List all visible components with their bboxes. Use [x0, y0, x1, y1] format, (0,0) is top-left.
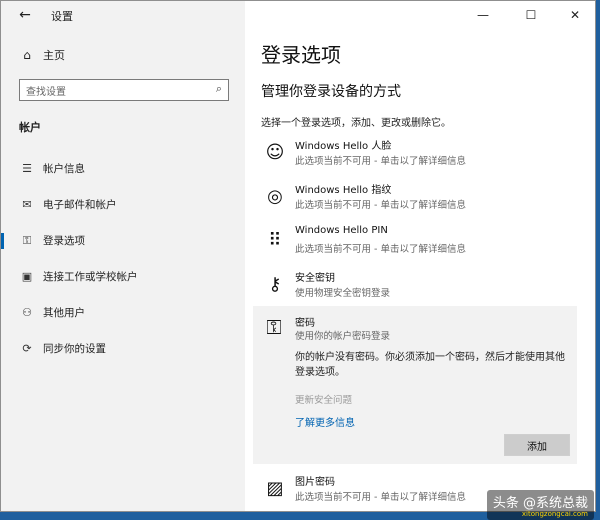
minimize-icon[interactable]: —	[465, 1, 501, 29]
settings-window: ← 设置 ⌂ 主页 ⌕ 帐户 ☰ 帐户信息 ✉ 电子邮件和帐户 ⚿ 登录选项 ▣	[0, 0, 596, 512]
search-icon[interactable]: ⌕	[216, 82, 222, 96]
option-description: 使用物理安全密钥登录	[295, 288, 391, 299]
option-description: 使用你的帐户密码登录	[295, 331, 391, 342]
option-security-key[interactable]: ⚷ 安全密钥 使用物理安全密钥登录	[253, 267, 577, 311]
sidebar-item-label: 连接工作或学校帐户	[43, 271, 138, 283]
maximize-icon[interactable]: ☐	[513, 1, 549, 29]
option-title: Windows Hello 指纹	[295, 185, 392, 196]
sidebar-home[interactable]: ⌂ 主页	[19, 47, 65, 63]
sidebar-item-account-info[interactable]: ☰ 帐户信息	[1, 151, 245, 187]
sidebar-item-label: 帐户信息	[43, 163, 85, 175]
option-title: 图片密码	[295, 477, 335, 488]
key-icon: ⚿	[266, 315, 282, 339]
smiley-face-icon: ☺	[265, 142, 285, 163]
learn-more-link[interactable]: 了解更多信息	[295, 414, 355, 429]
picture-icon: ▨	[266, 478, 284, 499]
back-arrow-icon[interactable]: ←	[15, 5, 35, 25]
search-box[interactable]: ⌕	[19, 79, 229, 103]
watermark-text: 头条 @系统总裁	[492, 496, 588, 511]
sidebar: ← 设置 ⌂ 主页 ⌕ 帐户 ☰ 帐户信息 ✉ 电子邮件和帐户 ⚿ 登录选项 ▣	[1, 1, 245, 511]
option-password-expanded[interactable]: ⚿ 密码 使用你的帐户密码登录 你的帐户没有密码。你必须添加一个密码，然后才能使…	[253, 306, 577, 464]
option-title: 安全密钥	[295, 273, 335, 284]
sidebar-item-label: 登录选项	[43, 235, 85, 247]
sidebar-item-sign-in-options[interactable]: ⚿ 登录选项	[1, 223, 245, 259]
mail-icon: ✉	[22, 198, 32, 211]
sidebar-item-work-school[interactable]: ▣ 连接工作或学校帐户	[1, 259, 245, 295]
option-description: 此选项当前不可用 - 单击以了解详细信息	[295, 200, 466, 211]
search-input[interactable]	[20, 82, 212, 103]
option-description: 此选项当前不可用 - 单击以了解详细信息	[295, 244, 466, 255]
sidebar-item-email-accounts[interactable]: ✉ 电子邮件和帐户	[1, 187, 245, 223]
section-title: 帐户	[19, 121, 41, 134]
home-label: 主页	[43, 49, 65, 62]
person-card-icon: ☰	[22, 162, 32, 175]
option-title: 密码	[295, 318, 315, 329]
home-icon: ⌂	[23, 48, 31, 62]
sidebar-item-label: 其他用户	[43, 307, 85, 319]
password-message: 你的帐户没有密码。你必须添加一个密码，然后才能使用其他登录选项。	[295, 352, 565, 378]
sidebar-item-sync-settings[interactable]: ⟳ 同步你的设置	[1, 331, 245, 367]
sidebar-item-label: 电子邮件和帐户	[43, 199, 117, 211]
instruction-text: 选择一个登录选项，添加、更改或删除它。	[261, 118, 451, 129]
close-icon[interactable]: ✕	[557, 1, 593, 29]
sidebar-item-other-users[interactable]: ⚇ 其他用户	[1, 295, 245, 331]
page-title: 登录选项	[261, 43, 341, 67]
briefcase-icon: ▣	[21, 270, 33, 283]
option-hello-face[interactable]: ☺ Windows Hello 人脸 此选项当前不可用 - 单击以了解详细信息	[253, 135, 577, 179]
page-subheading: 管理你登录设备的方式	[261, 84, 401, 100]
option-title: Windows Hello 人脸	[295, 141, 392, 152]
usb-key-icon: ⚷	[268, 274, 282, 295]
option-title: Windows Hello PIN	[295, 225, 388, 236]
option-hello-fingerprint[interactable]: ◎ Windows Hello 指纹 此选项当前不可用 - 单击以了解详细信息	[253, 179, 577, 223]
update-security-questions-link: 更新安全问题	[295, 395, 353, 406]
app-title: 设置	[51, 10, 73, 23]
watermark-sub: xitongzongcai.com	[521, 510, 588, 518]
fingerprint-icon: ◎	[267, 186, 283, 207]
option-description: 此选项当前不可用 - 单击以了解详细信息	[295, 492, 466, 503]
key-icon: ⚿	[22, 234, 32, 247]
main-content: — ☐ ✕ 登录选项 管理你登录设备的方式 选择一个登录选项，添加、更改或删除它…	[245, 1, 595, 511]
option-hello-pin[interactable]: ⠿ Windows Hello PIN 此选项当前不可用 - 单击以了解详细信息	[253, 223, 577, 267]
sidebar-nav: ☰ 帐户信息 ✉ 电子邮件和帐户 ⚿ 登录选项 ▣ 连接工作或学校帐户 ⚇ 其他…	[1, 151, 245, 367]
sync-icon: ⟳	[22, 342, 32, 355]
watermark: 头条 @系统总裁 xitongzongcai.com	[486, 490, 594, 520]
add-person-icon: ⚇	[22, 306, 32, 319]
pin-keypad-icon: ⠿	[268, 230, 282, 251]
add-password-button[interactable]: 添加	[504, 434, 570, 456]
option-description: 此选项当前不可用 - 单击以了解详细信息	[295, 156, 466, 167]
sidebar-item-label: 同步你的设置	[43, 343, 106, 355]
